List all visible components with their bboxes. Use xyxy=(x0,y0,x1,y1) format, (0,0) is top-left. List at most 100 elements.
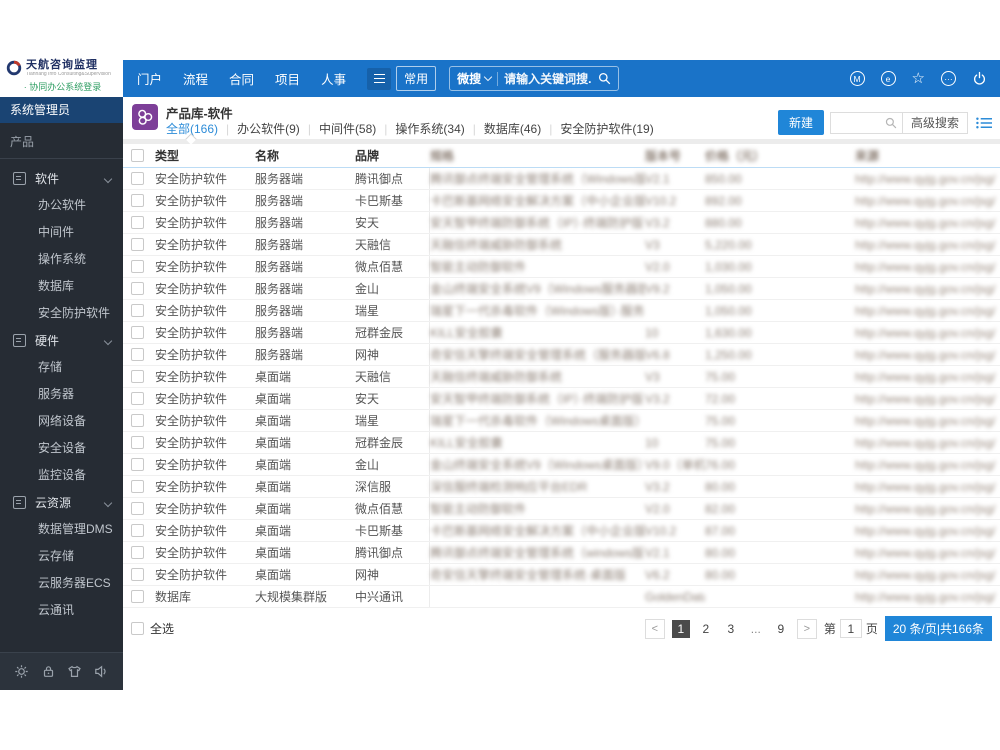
row-checkbox[interactable] xyxy=(131,524,144,537)
page-number-2[interactable]: 2 xyxy=(697,620,715,638)
cell-brand: 金山 xyxy=(355,278,430,299)
prev-page-button[interactable]: < xyxy=(644,618,665,639)
row-checkbox[interactable] xyxy=(131,304,144,317)
nav-item-合同[interactable]: 合同 xyxy=(229,69,254,88)
cell-type: 安全防护软件 xyxy=(155,194,228,208)
sidebar-item-服务器[interactable]: 服务器 xyxy=(0,381,123,408)
sidebar-item-云通讯[interactable]: 云通讯 xyxy=(0,597,123,624)
select-all-checkbox[interactable] xyxy=(131,149,144,162)
sidebar-group-软件[interactable]: 软件 xyxy=(0,165,123,192)
sidebar-item-数据库[interactable]: 数据库 xyxy=(0,273,123,300)
table-row[interactable]: 安全防护软件 桌面端 瑞星 瑞星下一代杀毒软件（Windows桌面版） 75.00 htt… xyxy=(123,410,1000,432)
common-menu-button[interactable]: 常用 xyxy=(396,66,437,91)
tab-办公软件(9)[interactable]: 办公软件(9) xyxy=(237,120,300,137)
current-role-label[interactable]: 系统管理员 xyxy=(0,97,123,123)
theme-shirt-icon[interactable] xyxy=(67,664,82,679)
table-row[interactable]: 安全防护软件 服务器端 瑞星 瑞星下一代杀毒软件（Windows版）·服务器端 1,05… xyxy=(123,300,1000,322)
row-checkbox[interactable] xyxy=(131,238,144,251)
page-jump-input[interactable]: 1 xyxy=(839,619,862,638)
row-checkbox[interactable] xyxy=(131,414,144,427)
row-checkbox[interactable] xyxy=(131,436,144,449)
table-row[interactable]: 安全防护软件 服务器端 安天 安天智甲终端防御系统（IP）·终端防护版 V3.2 880.… xyxy=(123,212,1000,234)
row-checkbox[interactable] xyxy=(131,260,144,273)
more-icon[interactable]: ··· xyxy=(941,71,956,86)
sidebar-item-存储[interactable]: 存储 xyxy=(0,354,123,381)
power-icon[interactable] xyxy=(972,71,987,86)
table-row[interactable]: 安全防护软件 桌面端 微点佰慧 智能主动防御软件 V2.0 82.00 http://www… xyxy=(123,498,1000,520)
favorites-star-icon[interactable]: ☆ xyxy=(912,71,925,86)
sidebar-item-操作系统[interactable]: 操作系统 xyxy=(0,246,123,273)
table-row[interactable]: 安全防护软件 桌面端 网神 奇安信天擎终端安全管理系统·桌面版 V6.2 80.00 htt… xyxy=(123,564,1000,586)
row-checkbox[interactable] xyxy=(131,172,144,185)
row-checkbox[interactable] xyxy=(131,392,144,405)
table-row[interactable]: 安全防护软件 桌面端 安天 安天智甲终端防御系统（IP）·终端防护版 V3.2 72.00… xyxy=(123,388,1000,410)
sidebar-item-云服务器ECS[interactable]: 云服务器ECS xyxy=(0,570,123,597)
row-checkbox[interactable] xyxy=(131,458,144,471)
search-icon[interactable] xyxy=(598,72,611,85)
settings-gear-icon[interactable] xyxy=(14,664,29,679)
row-checkbox[interactable] xyxy=(131,546,144,559)
sidebar-item-数据管理DMS[interactable]: 数据管理DMS xyxy=(0,516,123,543)
next-page-button[interactable]: > xyxy=(796,618,817,639)
row-checkbox[interactable] xyxy=(131,370,144,383)
table-row[interactable]: 安全防护软件 服务器端 卡巴斯基卡巴斯基网络安全解决方案（中小企业版）KSC...V… xyxy=(123,190,1000,212)
row-checkbox[interactable] xyxy=(131,216,144,229)
mail-icon[interactable]: e xyxy=(880,71,896,86)
sidebar-item-安全设备[interactable]: 安全设备 xyxy=(0,435,123,462)
row-checkbox[interactable] xyxy=(131,480,144,493)
row-checkbox[interactable] xyxy=(131,590,144,603)
sidebar-group-硬件[interactable]: 硬件 xyxy=(0,327,123,354)
page-number-3[interactable]: 3 xyxy=(722,620,740,638)
table-row[interactable]: 安全防护软件 服务器端 天融信 天融信终端威胁防御系统 V3 5,220.00 http:/… xyxy=(123,234,1000,256)
advanced-search-button[interactable]: 高级搜索 xyxy=(901,111,968,134)
row-checkbox[interactable] xyxy=(131,326,144,339)
table-row[interactable]: 安全防护软件 桌面端 金山 金山终端安全系统V9（Windows桌面版） V9.0（单机… xyxy=(123,454,1000,476)
sidebar-item-监控设备[interactable]: 监控设备 xyxy=(0,462,123,489)
table-row[interactable]: 安全防护软件 桌面端 深信服 深信服终端检测响应平台EDR V3.2 80.00 http:… xyxy=(123,476,1000,498)
sidebar-item-中间件[interactable]: 中间件 xyxy=(0,219,123,246)
sidebar-item-云存储[interactable]: 云存储 xyxy=(0,543,123,570)
tab-操作系统(34)[interactable]: 操作系统(34) xyxy=(395,120,464,137)
table-row[interactable]: 数据库 大规模集群版 中兴通讯 GoldenData S... http://www.q… xyxy=(123,586,1000,608)
table-row[interactable]: 安全防护软件 桌面端 卡巴斯基卡巴斯基网络安全解决方案（中小企业版）·KS...V1… xyxy=(123,520,1000,542)
sidebar-item-网络设备[interactable]: 网络设备 xyxy=(0,408,123,435)
apps-menu-button[interactable] xyxy=(367,67,392,90)
nav-item-门户[interactable]: 门户 xyxy=(137,69,162,88)
table-row[interactable]: 安全防护软件 服务器端 冠群金辰 KILL安全胶囊 10 1,630.00 http://w… xyxy=(123,322,1000,344)
search-scope-dropdown[interactable]: 微搜 xyxy=(457,70,493,87)
oa-login-link[interactable]: · 协同办公系统登录 xyxy=(6,80,119,93)
table-row[interactable]: 安全防护软件 桌面端 冠群金辰 KILL安全胶囊 10 75.00 http://www.q… xyxy=(123,432,1000,454)
sidebar-item-办公软件[interactable]: 办公软件 xyxy=(0,192,123,219)
nav-item-流程[interactable]: 流程 xyxy=(183,69,208,88)
row-checkbox[interactable] xyxy=(131,502,144,515)
table-row[interactable]: 安全防护软件 服务器端 金山 金山终端安全系统V9（Windows服务器版） V9.2 1… xyxy=(123,278,1000,300)
page-number-9[interactable]: 9 xyxy=(772,620,790,638)
volume-icon[interactable] xyxy=(94,664,109,679)
nav-item-项目[interactable]: 项目 xyxy=(275,69,300,88)
table-row[interactable]: 安全防护软件 桌面端 天融信 天融信终端威胁防御系统 V3 75.00 http://www… xyxy=(123,366,1000,388)
page-size-selector[interactable]: 20 条/页|共166条 xyxy=(884,616,992,641)
tab-数据库(46)[interactable]: 数据库(46) xyxy=(484,120,541,137)
table-row[interactable]: 安全防护软件 服务器端 腾讯御点 腾讯御点终端安全管理系统（Windows版） V2.1… xyxy=(123,168,1000,190)
messages-icon[interactable]: M xyxy=(849,71,865,86)
cell-type: 安全防护软件 xyxy=(155,502,228,516)
table-row[interactable]: 安全防护软件 服务器端 网神 奇安信天擎终端安全管理系统（服务器版） V6.8 1,250… xyxy=(123,344,1000,366)
sidebar-group-云资源[interactable]: 云资源 xyxy=(0,489,123,516)
list-view-icon[interactable] xyxy=(976,116,992,130)
table-row[interactable]: 安全防护软件 服务器端 微点佰慧 智能主动防御软件 V2.0 1,030.00 http:/… xyxy=(123,256,1000,278)
table-row[interactable]: 安全防护软件 桌面端 腾讯御点腾讯御点终端安全管理系统（windows版）·V2.1… xyxy=(123,542,1000,564)
new-button[interactable]: 新建 xyxy=(777,110,824,135)
tab-安全防护软件(19)[interactable]: 安全防护软件(19) xyxy=(560,120,653,137)
lock-icon[interactable] xyxy=(41,664,56,679)
row-checkbox[interactable] xyxy=(131,194,144,207)
tab-中间件(58)[interactable]: 中间件(58) xyxy=(319,120,376,137)
row-checkbox[interactable] xyxy=(131,568,144,581)
row-checkbox[interactable] xyxy=(131,348,144,361)
table-search-input[interactable] xyxy=(829,111,902,134)
nav-item-人事[interactable]: 人事 xyxy=(321,69,346,88)
page-number-1[interactable]: 1 xyxy=(671,619,690,638)
global-search-input[interactable] xyxy=(504,71,593,86)
select-all-checkbox[interactable] xyxy=(131,622,144,635)
row-checkbox[interactable] xyxy=(131,282,144,295)
sidebar-item-安全防护软件[interactable]: 安全防护软件 xyxy=(0,300,123,327)
